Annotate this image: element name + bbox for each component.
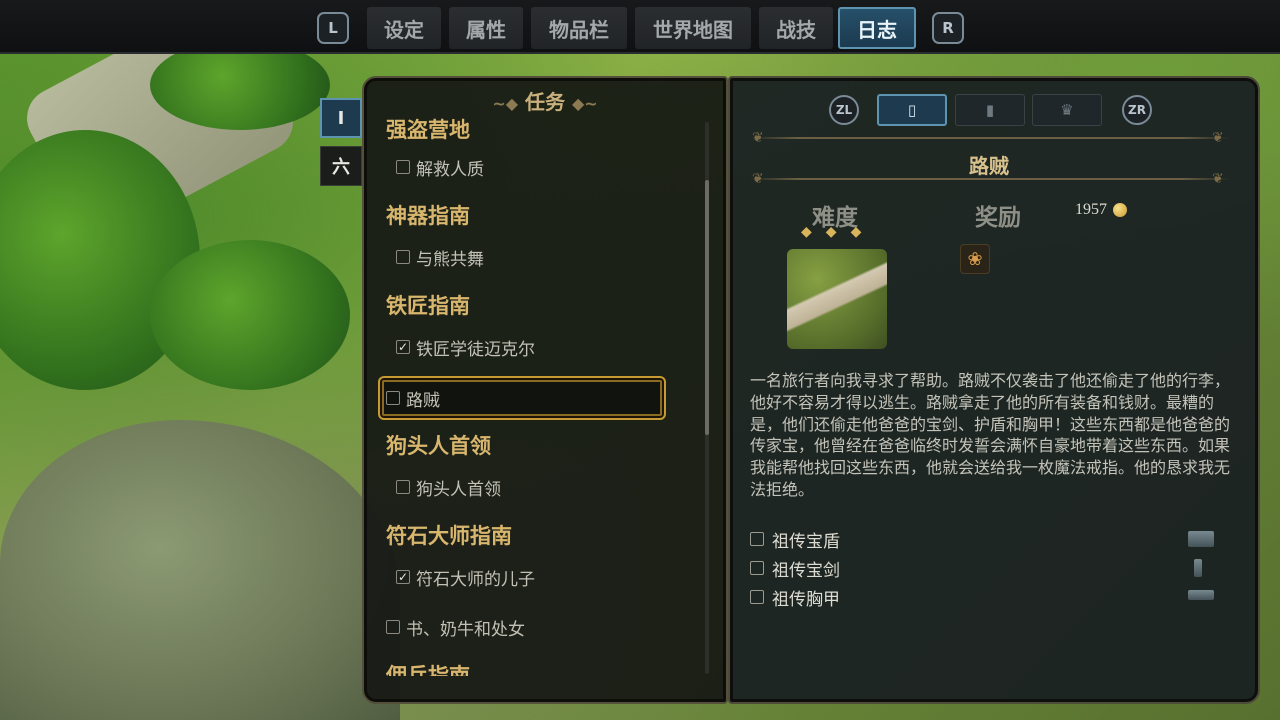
gold-amount: 1957 — [1075, 201, 1107, 218]
quest-item-label: 解救人质 — [416, 159, 484, 180]
gold-reward: 1957 — [1075, 201, 1127, 219]
quest-panel-heading: ~◆ 任务 ◆~ — [362, 86, 728, 115]
quest-item-label: 符石大师的儿子 — [416, 569, 535, 590]
quest-item[interactable]: ✓ 符石大师的儿子 — [396, 565, 535, 590]
r-shoulder-button[interactable]: R — [932, 12, 964, 44]
reward-label: 奖励 — [975, 205, 1021, 231]
quest-item[interactable]: ✓ 铁匠学徒迈克尔 — [396, 335, 535, 360]
checkbox-icon — [750, 590, 764, 604]
quest-title: 路贼 — [969, 154, 1009, 178]
ornament-icon: ❦ — [1212, 130, 1224, 146]
tab-journal[interactable]: 日志 — [838, 7, 916, 49]
quest-item[interactable]: 与熊共舞 — [396, 245, 484, 270]
scrollbar-thumb[interactable] — [705, 180, 709, 435]
quest-item-label: 铁匠学徒迈克尔 — [416, 339, 535, 360]
checkbox-icon — [396, 250, 410, 264]
tab-attributes[interactable]: 属性 — [449, 7, 523, 49]
crown-icon: ♛ — [1060, 101, 1074, 119]
coin-icon — [1113, 203, 1127, 217]
checkbox-icon — [396, 480, 410, 494]
star-icon: ◆ — [825, 224, 851, 240]
objective-label: 祖传宝剑 — [772, 560, 840, 581]
flourish-left-icon: ~◆ — [492, 94, 519, 113]
checkbox-icon — [386, 391, 400, 405]
scroll-icon: ▯ — [907, 101, 917, 119]
quest-item-selected[interactable]: 路贼 — [378, 376, 666, 420]
checkbox-checked-icon: ✓ — [396, 340, 410, 354]
quest-group-title: 狗头人首领 — [386, 434, 491, 458]
tab-world-map[interactable]: 世界地图 — [635, 7, 751, 49]
quest-item[interactable]: 解救人质 — [396, 155, 484, 180]
star-icon: ◆ — [850, 224, 876, 240]
scenery-bush — [150, 240, 350, 390]
quest-description: 一名旅行者向我寻求了帮助。路贼不仅袭击了他还偷走了他的行李，他好不容易才得以逃生… — [750, 371, 1231, 499]
sword-icon — [1194, 559, 1202, 577]
checkbox-icon — [396, 160, 410, 174]
tab-combat-arts[interactable]: 战技 — [759, 7, 833, 49]
quest-item[interactable]: 狗头人首领 — [396, 475, 501, 500]
checkbox-icon — [386, 620, 400, 634]
difficulty-stars: ◆◆◆ — [801, 224, 875, 240]
quest-group-title: 神器指南 — [386, 204, 470, 228]
quest-group-title: 符石大师指南 — [386, 524, 512, 548]
quest-item-label: 狗头人首领 — [416, 479, 501, 500]
quest-item[interactable]: 书、奶牛和处女 — [386, 615, 525, 640]
zl-trigger-button[interactable]: ZL — [829, 95, 859, 125]
shield-icon — [1188, 531, 1214, 547]
chestplate-icon — [1188, 590, 1214, 600]
checkbox-checked-icon: ✓ — [396, 570, 410, 584]
sub-tab-achievements[interactable]: ♛ — [1032, 94, 1102, 126]
flourish-right-icon: ◆~ — [571, 94, 598, 113]
checkbox-icon — [750, 532, 764, 546]
objective-item: 祖传宝盾 — [750, 528, 840, 552]
ornament-icon: ❦ — [752, 130, 764, 146]
quest-location-image — [787, 249, 887, 349]
objective-item: 祖传胸甲 — [750, 586, 840, 610]
quest-item-label: 路贼 — [406, 390, 440, 411]
divider — [750, 137, 1230, 139]
objective-label: 祖传宝盾 — [772, 531, 840, 552]
tab-settings[interactable]: 设定 — [367, 7, 441, 49]
zr-trigger-button[interactable]: ZR — [1122, 95, 1152, 125]
objective-label: 祖传胸甲 — [772, 589, 840, 610]
l-shoulder-button[interactable]: L — [317, 12, 349, 44]
quest-item-label: 书、奶牛和处女 — [406, 619, 525, 640]
tab-inventory[interactable]: 物品栏 — [531, 7, 627, 49]
star-icon: ◆ — [801, 224, 826, 240]
scenery-rock — [0, 420, 400, 720]
quest-group-title: 铁匠指南 — [386, 294, 470, 318]
checkbox-icon — [750, 561, 764, 575]
quest-panel-title: 任务 — [525, 90, 565, 114]
book-icon: ▮ — [985, 101, 995, 119]
sub-tab-quests[interactable]: ▯ — [877, 94, 947, 126]
side-tab-chapter-6[interactable]: 六 — [320, 146, 362, 186]
objective-item: 祖传宝剑 — [750, 557, 840, 581]
quest-group-title: 佣兵指南 — [386, 664, 470, 676]
quest-item-label: 与熊共舞 — [416, 249, 484, 270]
top-nav-bar: L 设定 属性 物品栏 世界地图 战技 日志 R — [0, 0, 1280, 54]
quest-list[interactable]: 强盗营地 解救人质 神器指南 与熊共舞 铁匠指南 ✓ 铁匠学徒迈克尔 路贼 狗头… — [370, 116, 702, 676]
ring-pouch-icon[interactable]: ❀ — [960, 244, 990, 274]
sub-tab-notes[interactable]: ▮ — [955, 94, 1025, 126]
quest-group-title: 强盗营地 — [386, 118, 470, 142]
side-tab-chapter-1[interactable]: I — [320, 98, 362, 138]
